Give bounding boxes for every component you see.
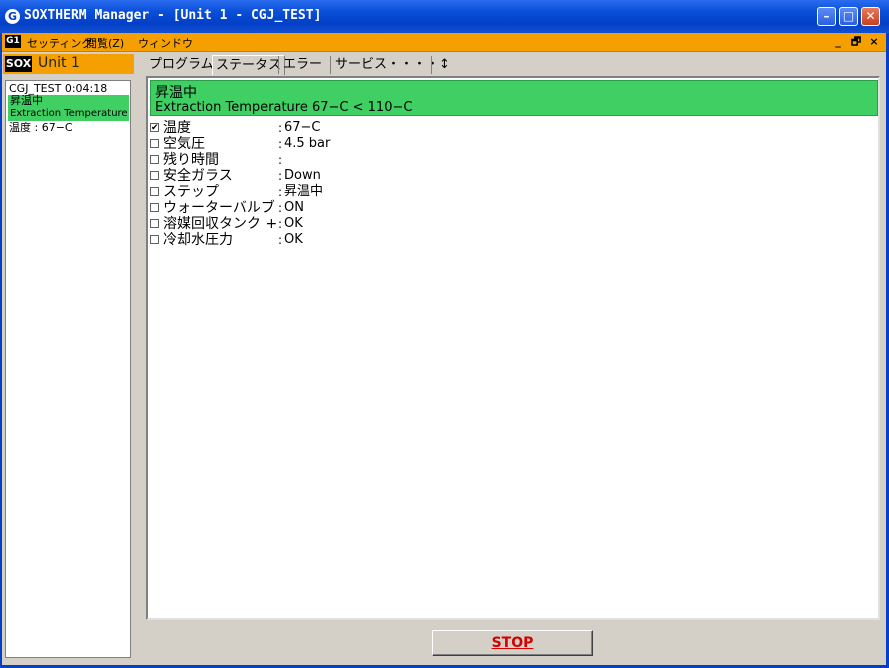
unit-status-detail: Extraction Temperature [10, 108, 128, 119]
row-separator: : [278, 217, 283, 231]
checkbox[interactable] [150, 235, 159, 244]
window-title: SOXTHERM Manager - [Unit 1 - CGJ_TEST] [24, 8, 322, 23]
row-value: OK [284, 216, 303, 231]
tab-error[interactable]: エラー [280, 55, 325, 74]
row-label: 空気圧 [163, 136, 205, 152]
status-row: ✔ 温度 : 67−C [150, 120, 450, 136]
status-row: ステップ : 昇温中 [150, 184, 450, 200]
unit-list[interactable]: CGJ_TEST 0:04:18 昇温中 Extraction Temperat… [5, 80, 131, 658]
row-label: 安全ガラス [163, 168, 233, 184]
status-row: 空気圧 : 4.5 bar [150, 136, 450, 152]
status-row: 冷却水圧力 : OK [150, 232, 450, 248]
main-panel: プログラム ステータス エラー サービス・・・・↕ 昇温中 Extraction… [141, 52, 886, 665]
checkbox[interactable]: ✔ [150, 123, 159, 133]
checkbox[interactable] [150, 219, 159, 228]
checkbox[interactable] [150, 139, 159, 148]
window-frame-left [0, 33, 2, 668]
row-value: 昇温中 [284, 184, 324, 199]
status-row: 残り時間 : [150, 152, 450, 168]
row-value: ON [284, 200, 304, 215]
status-banner-detail: Extraction Temperature 67−C < 110−C [155, 100, 413, 115]
row-separator: : [278, 137, 283, 151]
menu-window[interactable]: ウィンドウ [138, 35, 193, 51]
checkbox[interactable] [150, 171, 159, 180]
row-label: 溶媒回収タンク + [163, 216, 278, 232]
row-label: ウォーターバルブ [163, 200, 275, 216]
unit-panel: SOX Unit 1 CGJ_TEST 0:04:18 昇温中 Extracti… [0, 52, 137, 665]
tab-service[interactable]: サービス・・・・↕ [332, 55, 453, 74]
unit-header: SOX Unit 1 [3, 54, 134, 74]
mdi-close-button[interactable]: × [867, 35, 881, 48]
tab-divider [278, 56, 279, 74]
row-value: Down [284, 168, 321, 183]
tab-divider [330, 56, 331, 74]
menu-bar: G1 セッティング 閲覧(Z) ウィンドウ _ 🗗 × [0, 33, 889, 52]
row-separator: : [278, 169, 283, 183]
minimize-button[interactable]: – [817, 7, 836, 26]
unit-status-label: 昇温中 [10, 94, 43, 107]
row-separator: : [278, 185, 283, 199]
row-label: 冷却水圧力 [163, 232, 233, 248]
unit-status-highlight[interactable]: 昇温中 Extraction Temperature [8, 95, 129, 121]
row-label: 残り時間 [163, 152, 219, 168]
sox-badge: SOX [5, 56, 32, 72]
unit-temperature: 温度 : 67−C [9, 121, 73, 134]
status-banner-title: 昇温中 [155, 85, 197, 101]
row-separator: : [278, 153, 283, 167]
title-bar: G SOXTHERM Manager - [Unit 1 - CGJ_TEST]… [0, 0, 889, 34]
maximize-button[interactable]: □ [839, 7, 858, 26]
stop-button[interactable]: STOP [432, 630, 593, 656]
status-row: ウォーターバルブ : ON [150, 200, 450, 216]
checkbox[interactable] [150, 155, 159, 164]
tab-divider [431, 56, 432, 74]
app-icon[interactable]: G [5, 9, 20, 24]
status-row: 安全ガラス : Down [150, 168, 450, 184]
checkbox[interactable] [150, 187, 159, 196]
row-value: 4.5 bar [284, 136, 331, 151]
status-row: 溶媒回収タンク + : OK [150, 216, 450, 232]
tab-program[interactable]: プログラム [146, 55, 217, 74]
status-banner: 昇温中 Extraction Temperature 67−C < 110−C [150, 80, 878, 116]
row-separator: : [278, 121, 283, 135]
menu-view[interactable]: 閲覧(Z) [86, 35, 124, 51]
unit-title: Unit 1 [38, 55, 80, 71]
close-button[interactable]: ✕ [861, 7, 880, 26]
status-content: 昇温中 Extraction Temperature 67−C < 110−C … [146, 76, 880, 620]
mdi-restore-button[interactable]: 🗗 [849, 35, 863, 48]
checkbox[interactable] [150, 203, 159, 212]
row-separator: : [278, 233, 283, 247]
mdi-minimize-button[interactable]: _ [831, 35, 845, 48]
row-value: 67−C [284, 120, 321, 135]
row-separator: : [278, 201, 283, 215]
check-icon: ✔ [151, 123, 159, 133]
mdi-document-icon[interactable]: G1 [5, 35, 21, 48]
row-label: 温度 [163, 120, 191, 136]
row-label: ステップ [163, 184, 219, 200]
tab-status[interactable]: ステータス [212, 55, 286, 75]
menu-settings[interactable]: セッティング [27, 35, 92, 51]
row-value: OK [284, 232, 303, 247]
